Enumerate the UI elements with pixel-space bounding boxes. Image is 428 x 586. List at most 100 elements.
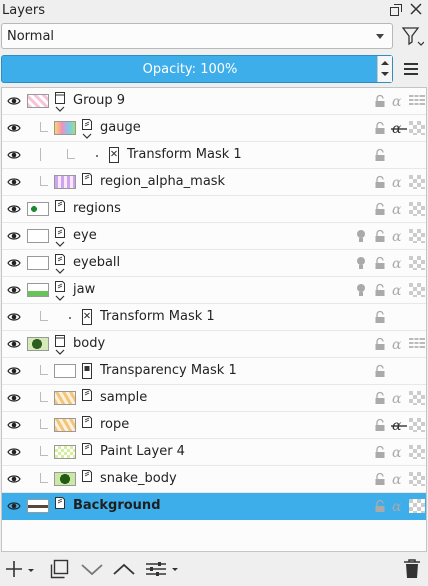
layer-row[interactable]: Group 9 α bbox=[2, 88, 426, 115]
visibility-eye-icon[interactable] bbox=[7, 337, 21, 351]
transparency-checker-icon[interactable] bbox=[409, 445, 425, 459]
lock-icon[interactable] bbox=[373, 418, 387, 432]
paint-layer-icon[interactable] bbox=[81, 442, 93, 464]
layer-row[interactable]: eyeball α bbox=[2, 250, 426, 277]
layer-row[interactable]: rope α bbox=[2, 412, 426, 439]
close-panel-icon[interactable] bbox=[410, 3, 422, 19]
inherit-alpha-bulb-icon[interactable] bbox=[356, 256, 366, 270]
transform-mask-icon[interactable] bbox=[108, 145, 120, 167]
transform-mask-icon[interactable] bbox=[81, 307, 93, 329]
filter-icon[interactable] bbox=[400, 24, 425, 48]
visibility-eye-icon[interactable] bbox=[7, 499, 21, 513]
alpha-lock-icon[interactable]: α bbox=[391, 472, 405, 488]
alpha-lock-icon[interactable]: α bbox=[391, 445, 405, 461]
paint-layer-icon[interactable] bbox=[54, 496, 66, 518]
paint-layer-icon[interactable] bbox=[54, 253, 66, 275]
lock-icon[interactable] bbox=[373, 391, 387, 405]
inherit-alpha-bulb-icon[interactable] bbox=[356, 283, 366, 297]
hamburger-menu-icon[interactable] bbox=[402, 60, 420, 78]
layer-row[interactable]: Transparency Mask 1 bbox=[2, 358, 426, 385]
layer-name[interactable]: Transform Mask 1 bbox=[127, 147, 242, 162]
transparency-checker-icon[interactable] bbox=[409, 121, 425, 135]
visibility-eye-icon[interactable] bbox=[7, 310, 21, 324]
paint-layer-icon[interactable] bbox=[81, 118, 93, 140]
opacity-slider[interactable]: Opacity: 100% bbox=[1, 55, 393, 83]
alpha-lock-icon[interactable]: α bbox=[391, 499, 405, 515]
paint-layer-icon[interactable] bbox=[81, 469, 93, 491]
paint-layer-icon[interactable] bbox=[54, 226, 66, 248]
transparency-checker-icon[interactable] bbox=[409, 256, 425, 270]
paint-layer-icon[interactable] bbox=[81, 388, 93, 410]
blend-mode-select[interactable]: Normal bbox=[1, 23, 393, 49]
layer-row[interactable]: gauge α bbox=[2, 115, 426, 142]
layer-name[interactable]: Paint Layer 4 bbox=[100, 444, 185, 459]
visibility-eye-icon[interactable] bbox=[7, 256, 21, 270]
layer-name[interactable]: region_alpha_mask bbox=[100, 174, 225, 189]
transparency-checker-icon[interactable] bbox=[409, 499, 425, 513]
layer-row[interactable]: Paint Layer 4 α bbox=[2, 439, 426, 466]
layer-name[interactable]: Transparency Mask 1 bbox=[100, 363, 237, 378]
layer-row[interactable]: region_alpha_mask α bbox=[2, 169, 426, 196]
alpha-lock-icon[interactable]: α bbox=[391, 175, 405, 191]
layer-row[interactable]: sample α bbox=[2, 385, 426, 412]
lock-icon[interactable] bbox=[373, 310, 387, 324]
lock-icon[interactable] bbox=[373, 229, 387, 243]
transparency-checker-icon[interactable] bbox=[409, 391, 425, 405]
visibility-eye-icon[interactable] bbox=[7, 175, 21, 189]
layer-row[interactable]: regions α bbox=[2, 196, 426, 223]
inherit-alpha-bulb-icon[interactable] bbox=[356, 229, 366, 243]
layer-row[interactable]: Transform Mask 1 bbox=[2, 142, 426, 169]
alpha-locked-icon[interactable]: α bbox=[391, 121, 407, 137]
lock-icon[interactable] bbox=[373, 283, 387, 297]
layer-name[interactable]: sample bbox=[100, 390, 147, 405]
layer-row[interactable]: eye α bbox=[2, 223, 426, 250]
layer-name[interactable]: eye bbox=[73, 228, 97, 243]
paint-layer-icon[interactable] bbox=[54, 199, 66, 221]
opacity-spinbox[interactable] bbox=[377, 56, 392, 82]
layer-properties-icon[interactable] bbox=[145, 558, 178, 580]
alpha-lock-icon[interactable]: α bbox=[391, 256, 405, 272]
visibility-eye-icon[interactable] bbox=[7, 445, 21, 459]
layer-name[interactable]: snake_body bbox=[100, 471, 177, 486]
paint-layer-icon[interactable] bbox=[81, 172, 93, 194]
layer-name[interactable]: Transform Mask 1 bbox=[100, 309, 215, 324]
transparency-checker-icon[interactable] bbox=[409, 229, 425, 243]
lock-icon[interactable] bbox=[373, 256, 387, 270]
transparency-checker-icon[interactable] bbox=[409, 202, 425, 216]
visibility-eye-icon[interactable] bbox=[7, 472, 21, 486]
layer-row[interactable]: body α bbox=[2, 331, 426, 358]
visibility-eye-icon[interactable] bbox=[7, 283, 21, 297]
paint-layer-icon[interactable] bbox=[54, 280, 66, 302]
layer-name[interactable]: jaw bbox=[73, 282, 95, 297]
layer-name[interactable]: body bbox=[73, 336, 105, 351]
layer-row[interactable]: Background α bbox=[2, 493, 426, 520]
layer-name[interactable]: gauge bbox=[100, 120, 141, 135]
paint-layer-icon[interactable] bbox=[81, 415, 93, 437]
visibility-eye-icon[interactable] bbox=[7, 364, 21, 378]
group-layer-icon[interactable] bbox=[54, 91, 66, 113]
visibility-eye-icon[interactable] bbox=[7, 418, 21, 432]
layer-name[interactable]: Group 9 bbox=[73, 93, 125, 108]
lock-icon[interactable] bbox=[373, 445, 387, 459]
alpha-locked-icon[interactable]: α bbox=[391, 418, 407, 434]
visibility-eye-icon[interactable] bbox=[7, 229, 21, 243]
transparency-mask-icon[interactable] bbox=[81, 361, 93, 383]
visibility-eye-icon[interactable] bbox=[7, 391, 21, 405]
group-layer-icon[interactable] bbox=[54, 334, 66, 356]
pass-through-icon[interactable] bbox=[409, 337, 425, 351]
alpha-lock-icon[interactable]: α bbox=[391, 229, 405, 245]
layer-row[interactable]: snake_body α bbox=[2, 466, 426, 493]
delete-layer-icon[interactable] bbox=[402, 558, 424, 580]
transparency-checker-icon[interactable] bbox=[409, 283, 425, 297]
lock-icon[interactable] bbox=[373, 175, 387, 189]
visibility-eye-icon[interactable] bbox=[7, 148, 21, 162]
spin-up-icon[interactable] bbox=[381, 61, 389, 65]
layer-name[interactable]: rope bbox=[100, 417, 129, 432]
layer-row[interactable]: jaw α bbox=[2, 277, 426, 304]
float-panel-icon[interactable] bbox=[389, 3, 403, 21]
transparency-checker-icon[interactable] bbox=[409, 418, 425, 432]
lock-icon[interactable] bbox=[373, 472, 387, 486]
pass-through-icon[interactable] bbox=[409, 94, 425, 108]
layer-name[interactable]: eyeball bbox=[73, 255, 120, 270]
lock-icon[interactable] bbox=[373, 148, 387, 162]
